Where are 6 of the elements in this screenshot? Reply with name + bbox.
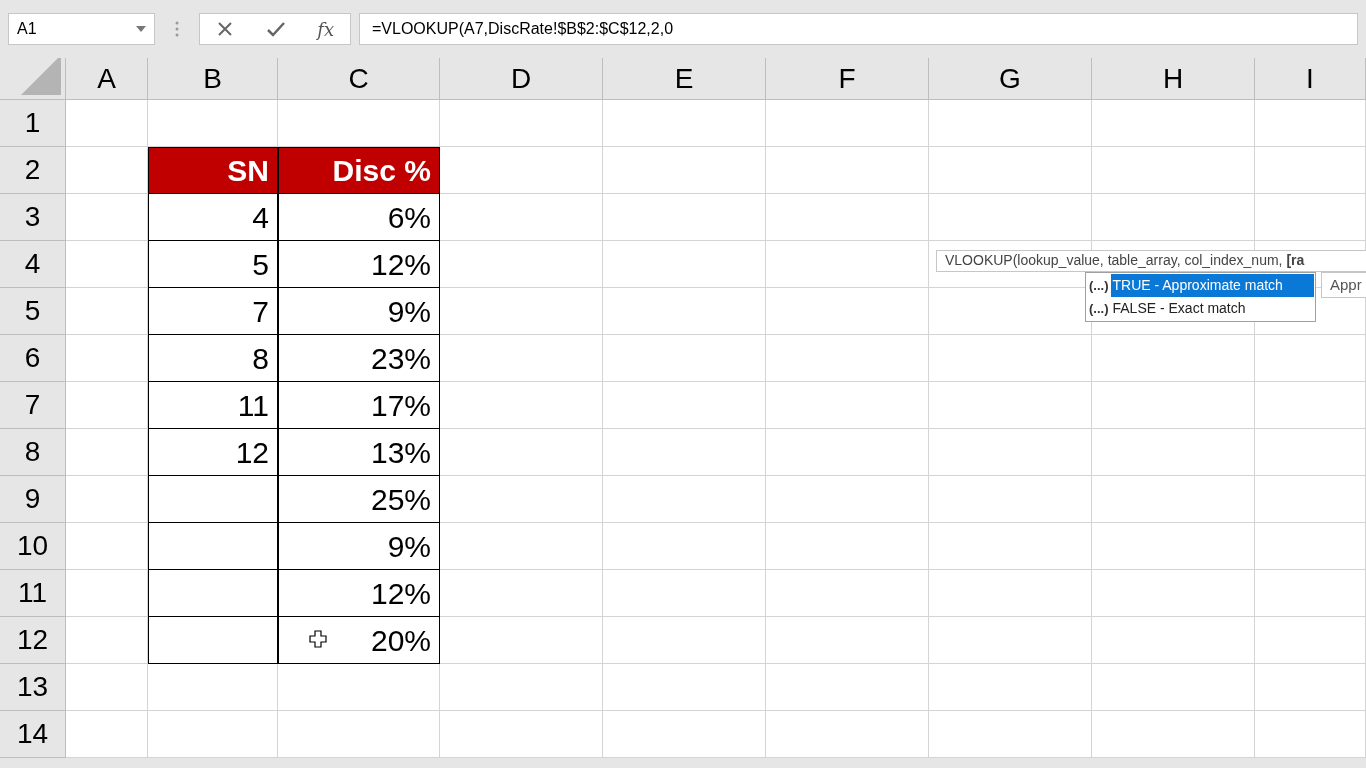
function-tooltip: VLOOKUP(lookup_value, table_array, col_index_num, [ra <box>936 250 1366 272</box>
column-heading: Disc % <box>278 147 440 194</box>
argument-icon: (...) <box>1087 298 1111 319</box>
column-heading: SN <box>148 147 278 194</box>
argument-icon: (...) <box>1087 275 1111 296</box>
description-tooltip: Appr <box>1321 272 1366 298</box>
